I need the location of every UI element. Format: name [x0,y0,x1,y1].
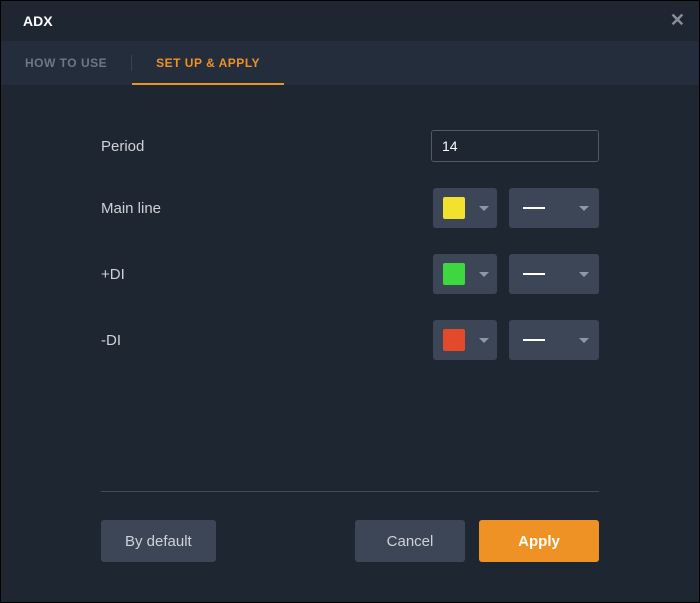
tab-label: SET UP & APPLY [156,56,260,70]
minus-di-color-picker[interactable] [433,320,497,360]
tab-setup-apply[interactable]: SET UP & APPLY [132,41,284,85]
minus-di-style-picker[interactable] [509,320,599,360]
tabs-bar: HOW TO USE SET UP & APPLY [1,41,699,85]
apply-button[interactable]: Apply [479,520,599,562]
period-stepper: + − [431,130,599,162]
row-period: Period + − [101,130,599,162]
line-style-preview [523,207,545,209]
line-style-preview [523,339,545,341]
chevron-down-icon [479,338,489,343]
field-label: -DI [101,332,433,349]
field-label: Period [101,138,431,155]
period-input[interactable] [432,131,599,161]
chevron-down-icon [579,338,589,343]
settings-content: Period + − Main line [1,85,699,360]
color-swatch [443,197,465,219]
chevron-down-icon [579,272,589,277]
row-minus-di: -DI [101,320,599,360]
tab-label: HOW TO USE [25,56,107,70]
row-main-line: Main line [101,188,599,228]
chevron-down-icon [579,206,589,211]
plus-di-color-picker[interactable] [433,254,497,294]
indicator-settings-dialog: ADX ✕ HOW TO USE SET UP & APPLY Period +… [0,0,700,603]
main-line-color-picker[interactable] [433,188,497,228]
main-line-style-picker[interactable] [509,188,599,228]
field-label: +DI [101,266,433,283]
close-icon[interactable]: ✕ [670,11,685,29]
chevron-down-icon [479,272,489,277]
footer-buttons: By default Cancel Apply [101,520,599,562]
footer-divider [101,491,599,492]
line-style-preview [523,273,545,275]
color-swatch [443,329,465,351]
dialog-header: ADX ✕ [1,1,699,41]
plus-di-style-picker[interactable] [509,254,599,294]
tab-how-to-use[interactable]: HOW TO USE [1,41,131,85]
chevron-down-icon [479,206,489,211]
color-swatch [443,263,465,285]
row-plus-di: +DI [101,254,599,294]
dialog-title: ADX [23,13,53,29]
field-label: Main line [101,200,433,217]
cancel-button[interactable]: Cancel [355,520,465,562]
dialog-footer: By default Cancel Apply [101,491,599,562]
by-default-button[interactable]: By default [101,520,216,562]
